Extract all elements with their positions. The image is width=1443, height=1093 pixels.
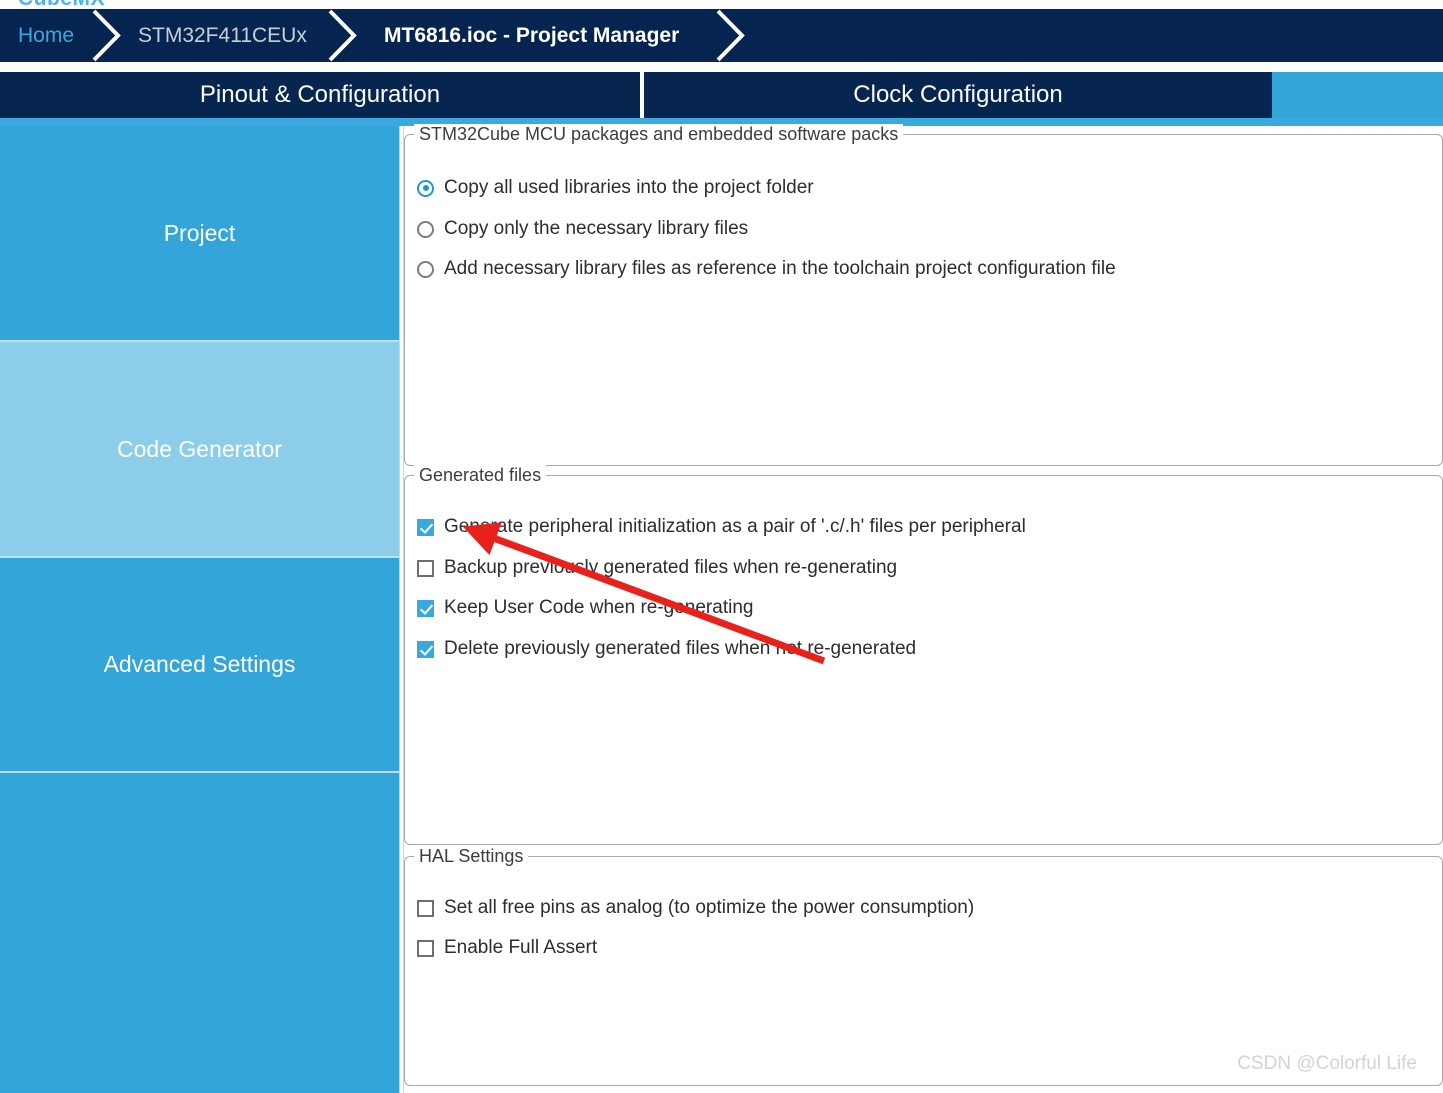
code-generator-panel: STM32Cube MCU packages and embedded soft… [404,124,1443,1093]
groupbox-generated-files-title: Generated files [414,465,547,486]
checkbox-keep-user-code-indicator[interactable] [417,599,434,617]
groupbox-mcu-packages-title: STM32Cube MCU packages and embedded soft… [414,124,904,145]
checkbox-delete-previous-files-label: Delete previously generated files when n… [444,638,917,659]
radio-add-as-reference-indicator[interactable] [417,260,434,278]
sidebar-item-code-generator-label: Code Generator [117,435,282,462]
breadcrumb-chevron-icon-2 [324,9,372,62]
radio-copy-necessary-files[interactable]: Copy only the necessary library files [417,218,748,240]
main-tab-bar: Pinout & Configuration Clock Configurati… [0,72,1443,118]
groupbox-hal-settings-title: HAL Settings [414,846,529,867]
radio-copy-all-libraries[interactable]: Copy all used libraries into the project… [417,177,814,199]
breadcrumb-chevron-icon-3 [712,9,760,62]
checkbox-backup-previous-files-indicator[interactable] [417,559,434,577]
groupbox-hal-settings: HAL Settings Set all free pins as analog… [404,846,1443,1086]
radio-copy-all-libraries-indicator[interactable] [417,179,434,197]
sidebar-item-project[interactable]: Project [0,126,399,342]
groupbox-generated-files: Generated files Generate peripheral init… [404,465,1443,845]
project-manager-sidebar: Project Code Generator Advanced Settings [0,126,399,1093]
checkbox-keep-user-code-label: Keep User Code when re-generating [444,597,754,618]
breadcrumb: Home STM32F411CEUx MT6816.ioc - Project … [0,9,1443,62]
tab-pinout-configuration[interactable]: Pinout & Configuration [0,72,640,118]
checkbox-set-free-pins-analog-label: Set all free pins as analog (to optimize… [444,897,975,918]
radio-add-as-reference-label: Add necessary library files as reference… [444,258,1116,279]
stm32cubemx-window: CubeMX Home STM32F411CEUx MT6816.ioc - P… [0,0,1443,1093]
cubemx-logo: CubeMX [18,0,105,9]
checkbox-enable-full-assert[interactable]: Enable Full Assert [417,937,597,959]
checkbox-delete-previous-files[interactable]: Delete previously generated files when n… [417,638,916,660]
checkbox-generate-peripheral-init[interactable]: Generate peripheral initialization as a … [417,516,1026,538]
radio-add-as-reference[interactable]: Add necessary library files as reference… [417,258,1116,280]
checkbox-keep-user-code[interactable]: Keep User Code when re-generating [417,597,753,619]
breadcrumb-chevron-icon-1 [88,9,136,62]
checkbox-enable-full-assert-indicator[interactable] [417,939,434,957]
breadcrumb-item-home[interactable]: Home [18,9,74,62]
tab-clock-label: Clock Configuration [853,81,1063,108]
radio-copy-necessary-files-label: Copy only the necessary library files [444,218,749,239]
sidebar-item-advanced-settings[interactable]: Advanced Settings [0,558,399,773]
checkbox-delete-previous-files-indicator[interactable] [417,640,434,658]
checkbox-backup-previous-files[interactable]: Backup previously generated files when r… [417,557,897,579]
radio-copy-necessary-files-indicator[interactable] [417,220,434,238]
checkbox-set-free-pins-analog-indicator[interactable] [417,899,434,917]
checkbox-backup-previous-files-label: Backup previously generated files when r… [444,557,898,578]
sidebar-item-advanced-settings-label: Advanced Settings [103,651,296,677]
breadcrumb-item-mcu[interactable]: STM32F411CEUx [138,9,307,62]
sidebar-item-project-label: Project [163,219,236,246]
breadcrumb-home-label: Home [18,23,75,47]
tab-clock-configuration[interactable]: Clock Configuration [644,72,1272,118]
sidebar-item-code-generator[interactable]: Code Generator [0,342,399,558]
csdn-watermark: CSDN @Colorful Life [1237,1053,1417,1074]
checkbox-generate-peripheral-init-indicator[interactable] [417,518,434,536]
app-logo-strip: CubeMX [0,0,1443,9]
checkbox-set-free-pins-analog[interactable]: Set all free pins as analog (to optimize… [417,897,974,919]
radio-copy-all-libraries-label: Copy all used libraries into the project… [444,177,814,198]
groupbox-mcu-packages: STM32Cube MCU packages and embedded soft… [404,124,1443,466]
breadcrumb-item-project[interactable]: MT6816.ioc - Project Manager [384,9,679,62]
tab-project-manager-active[interactable] [1272,72,1443,118]
checkbox-enable-full-assert-label: Enable Full Assert [444,937,598,958]
tab-pinout-label: Pinout & Configuration [199,81,441,108]
sidebar-filler [0,773,399,1091]
breadcrumb-project-label: MT6816.ioc - Project Manager [384,23,680,47]
breadcrumb-mcu-label: STM32F411CEUx [138,23,307,47]
checkbox-generate-peripheral-init-label: Generate peripheral initialization as a … [444,516,1026,537]
